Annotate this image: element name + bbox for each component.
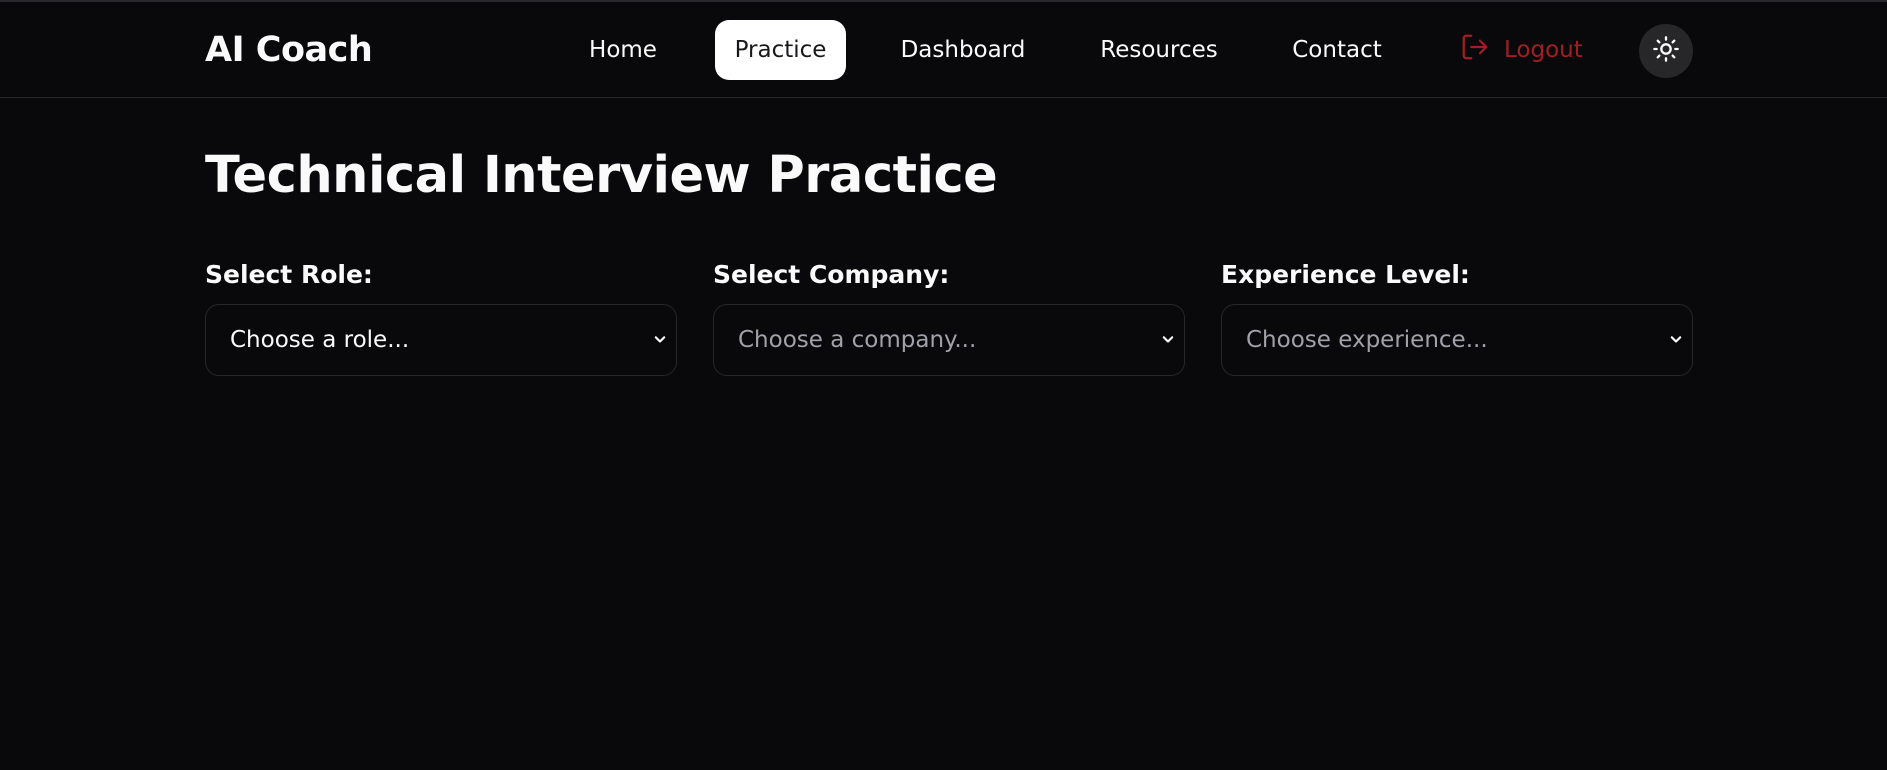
- experience-select-value: Choose experience...: [1246, 327, 1488, 353]
- company-select-value: Choose a company...: [738, 327, 977, 353]
- nav-dashboard[interactable]: Dashboard: [888, 20, 1038, 80]
- role-select-value: Choose a role...: [230, 327, 410, 353]
- role-field: Select Role: Choose a role...: [205, 260, 677, 376]
- nav-resources[interactable]: Resources: [1091, 20, 1227, 80]
- company-field: Select Company: Choose a company...: [713, 260, 1185, 376]
- sun-icon: [1652, 35, 1680, 67]
- experience-label: Experience Level:: [1221, 260, 1470, 289]
- logout-icon: [1460, 32, 1490, 68]
- brand-logo[interactable]: AI Coach: [205, 30, 373, 70]
- experience-field: Experience Level: Choose experience...: [1221, 260, 1693, 376]
- role-label: Select Role:: [205, 260, 373, 289]
- nav-practice[interactable]: Practice: [715, 20, 846, 80]
- company-select[interactable]: Choose a company...: [713, 304, 1185, 376]
- navbar: AI Coach Home Practice Dashboard Resourc…: [0, 2, 1887, 98]
- logout-button[interactable]: Logout: [1460, 20, 1585, 80]
- theme-toggle-button[interactable]: [1639, 24, 1693, 78]
- nav-home[interactable]: Home: [568, 20, 678, 80]
- nav-contact[interactable]: Contact: [1283, 20, 1391, 80]
- logout-label: Logout: [1504, 37, 1583, 63]
- role-select[interactable]: Choose a role...: [205, 304, 677, 376]
- experience-select[interactable]: Choose experience...: [1221, 304, 1693, 376]
- page-title: Technical Interview Practice: [205, 146, 998, 205]
- company-label: Select Company:: [713, 260, 950, 289]
